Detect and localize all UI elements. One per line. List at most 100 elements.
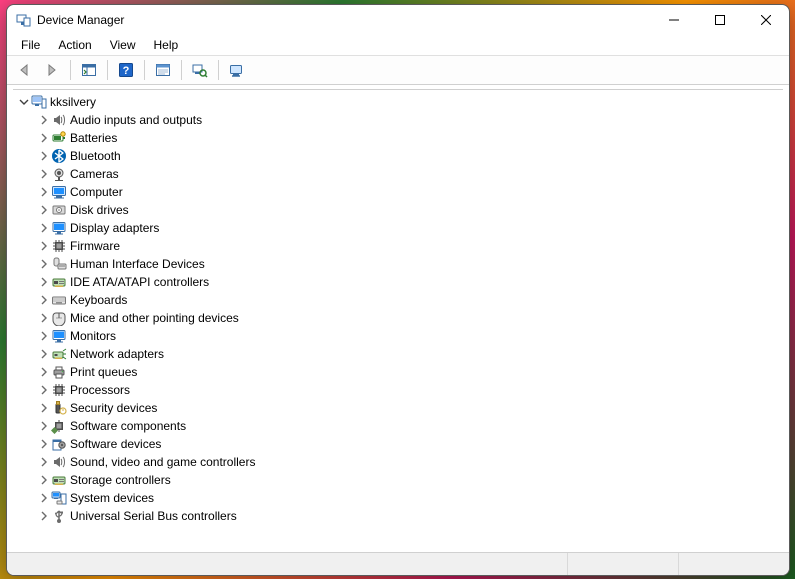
expand-icon[interactable] — [37, 329, 51, 343]
expand-icon[interactable] — [37, 455, 51, 469]
tree-category-node[interactable]: Computer — [33, 183, 783, 201]
tree-category-node[interactable]: Human Interface Devices — [33, 255, 783, 273]
expand-icon[interactable] — [37, 167, 51, 181]
monitor-icon — [51, 328, 67, 344]
sound-controller-icon — [51, 454, 67, 470]
tree-category-node[interactable]: Batteries — [33, 129, 783, 147]
maximize-button[interactable] — [697, 5, 743, 35]
category-label: Computer — [70, 185, 123, 199]
tree-category-node[interactable]: Security devices — [33, 399, 783, 417]
add-legacy-hardware-button[interactable] — [224, 57, 250, 83]
expand-icon[interactable] — [37, 221, 51, 235]
expand-icon[interactable] — [37, 365, 51, 379]
ide-controller-icon — [51, 274, 67, 290]
tree-category-node[interactable]: Cameras — [33, 165, 783, 183]
status-segment — [7, 553, 568, 575]
expand-icon[interactable] — [37, 257, 51, 271]
tree-category-node[interactable]: Mice and other pointing devices — [33, 309, 783, 327]
expand-icon[interactable] — [37, 311, 51, 325]
tree-category-node[interactable]: IDE ATA/ATAPI controllers — [33, 273, 783, 291]
tree-category-node[interactable]: Software devices — [33, 435, 783, 453]
titlebar[interactable]: Device Manager — [7, 5, 789, 35]
forward-button[interactable] — [39, 57, 65, 83]
tree-category-node[interactable]: System devices — [33, 489, 783, 507]
expand-icon[interactable] — [37, 239, 51, 253]
expand-icon[interactable] — [37, 149, 51, 163]
expand-icon[interactable] — [37, 419, 51, 433]
firmware-icon — [51, 238, 67, 254]
close-button[interactable] — [743, 5, 789, 35]
menu-help[interactable]: Help — [146, 37, 187, 53]
expand-icon[interactable] — [37, 185, 51, 199]
toolbar-separator — [218, 60, 219, 80]
expand-icon[interactable] — [37, 401, 51, 415]
tree-category-node[interactable]: Universal Serial Bus controllers — [33, 507, 783, 525]
tree-category-node[interactable]: Sound, video and game controllers — [33, 453, 783, 471]
expand-icon[interactable] — [37, 473, 51, 487]
device-tree[interactable]: kksilvery Audio inputs and outputs Batte… — [13, 89, 783, 552]
minimize-button[interactable] — [651, 5, 697, 35]
expand-icon[interactable] — [37, 437, 51, 451]
usb-icon — [51, 508, 67, 524]
tree-category-node[interactable]: Keyboards — [33, 291, 783, 309]
tree-category-node[interactable]: Display adapters — [33, 219, 783, 237]
toolbar-separator — [181, 60, 182, 80]
status-segment — [679, 553, 789, 575]
tree-category-node[interactable]: Firmware — [33, 237, 783, 255]
keyboard-icon — [51, 292, 67, 308]
expand-icon[interactable] — [37, 293, 51, 307]
processor-icon — [51, 382, 67, 398]
expand-icon[interactable] — [37, 383, 51, 397]
speaker-icon — [51, 112, 67, 128]
expand-icon[interactable] — [37, 275, 51, 289]
tree-category-node[interactable]: Print queues — [33, 363, 783, 381]
category-label: Cameras — [70, 167, 119, 181]
category-label: Disk drives — [70, 203, 129, 217]
category-label: Batteries — [70, 131, 117, 145]
printer-icon — [51, 364, 67, 380]
software-device-icon — [51, 436, 67, 452]
tree-category-node[interactable]: Processors — [33, 381, 783, 399]
category-label: Network adapters — [70, 347, 164, 361]
scan-hardware-button[interactable] — [187, 57, 213, 83]
battery-icon — [51, 130, 67, 146]
mouse-icon — [51, 310, 67, 326]
back-button[interactable] — [11, 57, 37, 83]
expand-icon[interactable] — [37, 203, 51, 217]
properties-button[interactable] — [150, 57, 176, 83]
expand-icon[interactable] — [37, 113, 51, 127]
tree-category-node[interactable]: Storage controllers — [33, 471, 783, 489]
expand-icon[interactable] — [37, 131, 51, 145]
expand-icon[interactable] — [37, 491, 51, 505]
category-label: Security devices — [70, 401, 157, 415]
toolbar-separator — [144, 60, 145, 80]
menu-file[interactable]: File — [13, 37, 48, 53]
tree-category-node[interactable]: Disk drives — [33, 201, 783, 219]
computer-icon — [31, 94, 47, 110]
toolbar: ? — [7, 55, 789, 85]
display-adapter-icon — [51, 220, 67, 236]
tree-category-node[interactable]: Monitors — [33, 327, 783, 345]
statusbar — [7, 552, 789, 575]
tree-category-node[interactable]: Software components — [33, 417, 783, 435]
status-segment — [568, 553, 679, 575]
tree-category-node[interactable]: Network adapters — [33, 345, 783, 363]
collapse-icon[interactable] — [17, 95, 31, 109]
category-label: Software devices — [70, 437, 161, 451]
category-label: Print queues — [70, 365, 137, 379]
svg-text:?: ? — [123, 65, 130, 77]
menubar: File Action View Help — [7, 35, 789, 55]
network-adapter-icon — [51, 346, 67, 362]
menu-action[interactable]: Action — [50, 37, 99, 53]
show-hide-console-tree-button[interactable] — [76, 57, 102, 83]
expand-icon[interactable] — [37, 347, 51, 361]
tree-root-node[interactable]: kksilvery — [13, 93, 783, 111]
app-icon — [15, 12, 31, 28]
expand-icon[interactable] — [37, 509, 51, 523]
tree-category-node[interactable]: Bluetooth — [33, 147, 783, 165]
menu-view[interactable]: View — [102, 37, 144, 53]
tree-category-node[interactable]: Audio inputs and outputs — [33, 111, 783, 129]
category-label: Audio inputs and outputs — [70, 113, 202, 127]
security-device-icon — [51, 400, 67, 416]
help-button[interactable]: ? — [113, 57, 139, 83]
